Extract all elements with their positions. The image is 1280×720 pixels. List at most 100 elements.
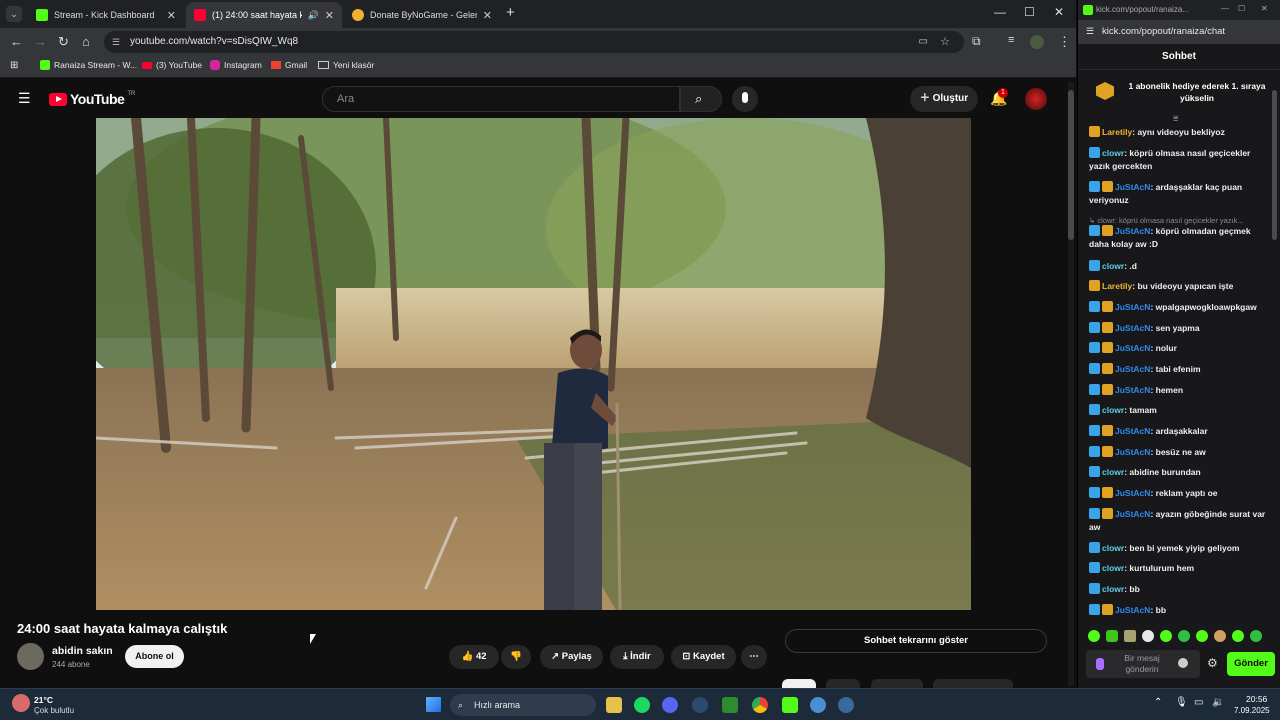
- close-icon[interactable]: ✕: [325, 9, 334, 22]
- emote-icon[interactable]: [1106, 630, 1118, 642]
- page-scrollbar[interactable]: [1068, 82, 1074, 686]
- chat-username[interactable]: JuStAcN: [1115, 226, 1150, 236]
- chat-message[interactable]: JuStAcN: ardaşşaklar kaç puan veriyonuz: [1089, 181, 1269, 207]
- chat-message[interactable]: JuStAcN: reklam yaptı oe: [1089, 487, 1269, 500]
- download-button[interactable]: ⤓ İndir: [610, 645, 664, 669]
- close-window-button[interactable]: ✕: [1054, 5, 1064, 19]
- chat-message[interactable]: clowr: kurtulurum hem: [1089, 562, 1269, 575]
- steam-icon[interactable]: [838, 697, 854, 713]
- weather-icon[interactable]: [12, 694, 30, 712]
- dislike-button[interactable]: 👎: [501, 645, 531, 669]
- minimize-button[interactable]: —: [1221, 4, 1229, 13]
- chat-username[interactable]: clowr: [1102, 148, 1124, 158]
- emoji-picker-icon[interactable]: [1178, 658, 1188, 668]
- reload-icon[interactable]: ↻: [58, 34, 69, 50]
- chat-message[interactable]: JuStAcN: bb: [1089, 604, 1269, 617]
- tab-search-button[interactable]: ⌄: [6, 6, 22, 22]
- chat-username[interactable]: JuStAcN: [1115, 488, 1150, 498]
- chat-message[interactable]: JuStAcN: tabi efenim: [1089, 363, 1269, 376]
- emote-icon[interactable]: [1124, 630, 1136, 642]
- search-button[interactable]: ⌕: [680, 86, 722, 112]
- chat-message[interactable]: JuStAcN: köprü olmadan geçmek daha kolay…: [1089, 225, 1269, 251]
- share-button[interactable]: ↗ Paylaş: [540, 645, 603, 669]
- emote-icon[interactable]: [1214, 630, 1226, 642]
- bookmark-star-icon[interactable]: ☆: [940, 31, 950, 53]
- back-icon[interactable]: ←: [10, 34, 23, 49]
- chat-message[interactable]: JuStAcN: ardaşakkalar: [1089, 425, 1269, 438]
- chat-username[interactable]: JuStAcN: [1115, 509, 1150, 519]
- speaker-icon[interactable]: 🔊: [308, 10, 319, 21]
- home-icon[interactable]: ⌂: [82, 34, 90, 49]
- account-avatar[interactable]: [1025, 88, 1047, 110]
- create-button[interactable]: ＋ Oluştur: [910, 86, 978, 112]
- video-player[interactable]: [96, 118, 971, 610]
- chat-username[interactable]: JuStAcN: [1115, 605, 1150, 615]
- maximize-button[interactable]: ☐: [1024, 5, 1035, 19]
- chat-message[interactable]: clowr: .d: [1089, 260, 1269, 273]
- file-explorer-icon[interactable]: [606, 697, 622, 713]
- chat-username[interactable]: clowr: [1102, 467, 1124, 477]
- chat-settings-gear-icon[interactable]: ⚙: [1207, 656, 1218, 670]
- chat-username[interactable]: clowr: [1102, 543, 1124, 553]
- like-button[interactable]: 👍 42: [449, 645, 499, 669]
- chat-username[interactable]: JuStAcN: [1115, 323, 1150, 333]
- bookmark-gmail[interactable]: Gmail: [271, 60, 307, 70]
- profile-avatar[interactable]: [1030, 35, 1044, 49]
- channel-avatar[interactable]: [17, 643, 44, 670]
- chat-address-bar[interactable]: ☰ kick.com/popout/ranaiza/chat: [1078, 20, 1280, 44]
- chat-message[interactable]: JuStAcN: wpalgapwogkloawpkgaw: [1089, 301, 1269, 314]
- xbox-icon[interactable]: [722, 697, 738, 713]
- channel-name[interactable]: abidin sakın: [52, 645, 113, 657]
- tab-youtube-video[interactable]: (1) 24:00 saat hayata kalma 🔊 ✕: [186, 2, 342, 28]
- chat-message[interactable]: JuStAcN: besüz ne aw: [1089, 446, 1269, 459]
- site-info-icon[interactable]: ☰: [112, 31, 120, 53]
- taskbar-search[interactable]: ⌕ Hızlı arama: [450, 694, 596, 716]
- show-chat-replay-button[interactable]: Sohbet tekrarını göster: [785, 629, 1047, 653]
- chat-username[interactable]: clowr: [1102, 584, 1124, 594]
- chat-input[interactable]: Bir mesaj gönderin: [1086, 650, 1200, 678]
- emote-icon[interactable]: [1160, 630, 1172, 642]
- steam-icon[interactable]: [692, 697, 708, 713]
- apps-icon[interactable]: ⊞: [10, 60, 18, 71]
- chat-username[interactable]: JuStAcN: [1115, 182, 1150, 192]
- chat-username[interactable]: JuStAcN: [1115, 302, 1150, 312]
- chat-username[interactable]: clowr: [1102, 261, 1124, 271]
- chat-username[interactable]: JuStAcN: [1115, 426, 1150, 436]
- tab-kick-dashboard[interactable]: Stream - Kick Dashboard ✕: [28, 2, 184, 28]
- bookmark-youtube[interactable]: (3) YouTube: [142, 60, 202, 70]
- chat-message[interactable]: clowr: abidine burundan: [1089, 466, 1269, 479]
- bookmark-instagram[interactable]: Instagram: [210, 60, 262, 70]
- start-button[interactable]: [426, 697, 441, 712]
- settings-app-icon[interactable]: [810, 697, 826, 713]
- youtube-logo[interactable]: YouTube TR: [49, 91, 135, 107]
- emote-icon[interactable]: [1178, 630, 1190, 642]
- chat-username[interactable]: JuStAcN: [1115, 343, 1150, 353]
- search-input[interactable]: Ara: [322, 86, 680, 112]
- spotify-icon[interactable]: [634, 697, 650, 713]
- scrollbar-thumb[interactable]: [1068, 90, 1074, 240]
- chat-username[interactable]: clowr: [1102, 563, 1124, 573]
- bookmark-folder[interactable]: Yeni klasör: [318, 60, 374, 70]
- emote-icon[interactable]: [1196, 630, 1208, 642]
- emote-icon[interactable]: [1232, 630, 1244, 642]
- chat-username[interactable]: Laretily: [1102, 281, 1132, 291]
- emote-icon[interactable]: [1142, 630, 1154, 642]
- chat-message[interactable]: JuStAcN: sen yapma: [1089, 322, 1269, 335]
- tab-bynogame[interactable]: Donate ByNoGame - Gelen/Gi ✕: [344, 2, 500, 28]
- bookmark-ranaiza[interactable]: Ranaiza Stream - W...: [40, 60, 137, 70]
- voice-search-button[interactable]: [732, 86, 758, 112]
- send-message-button[interactable]: Gönder: [1227, 652, 1275, 676]
- chat-message[interactable]: clowr: köprü olmasa nasıl geçicekler yaz…: [1089, 147, 1269, 173]
- subscribe-button[interactable]: Abone ol: [125, 645, 184, 668]
- address-bar[interactable]: ☰ youtube.com/watch?v=sDisQIW_Wq8 ▭ ☆: [104, 31, 964, 53]
- chat-username[interactable]: JuStAcN: [1115, 447, 1150, 457]
- discord-icon[interactable]: [662, 697, 678, 713]
- chat-message[interactable]: Laretily: bu videoyu yapıcan işte: [1089, 280, 1269, 293]
- microphone-icon[interactable]: 🎙: [1175, 697, 1188, 708]
- chrome-icon[interactable]: [752, 697, 768, 713]
- maximize-button[interactable]: ☐: [1238, 4, 1245, 13]
- forward-icon[interactable]: →: [34, 34, 47, 49]
- pinned-message[interactable]: 1 abonelik hediye ederek 1. sıraya yükse…: [1088, 78, 1274, 116]
- cast-icon[interactable]: ▭: [919, 31, 928, 53]
- minimize-button[interactable]: —: [994, 5, 1006, 19]
